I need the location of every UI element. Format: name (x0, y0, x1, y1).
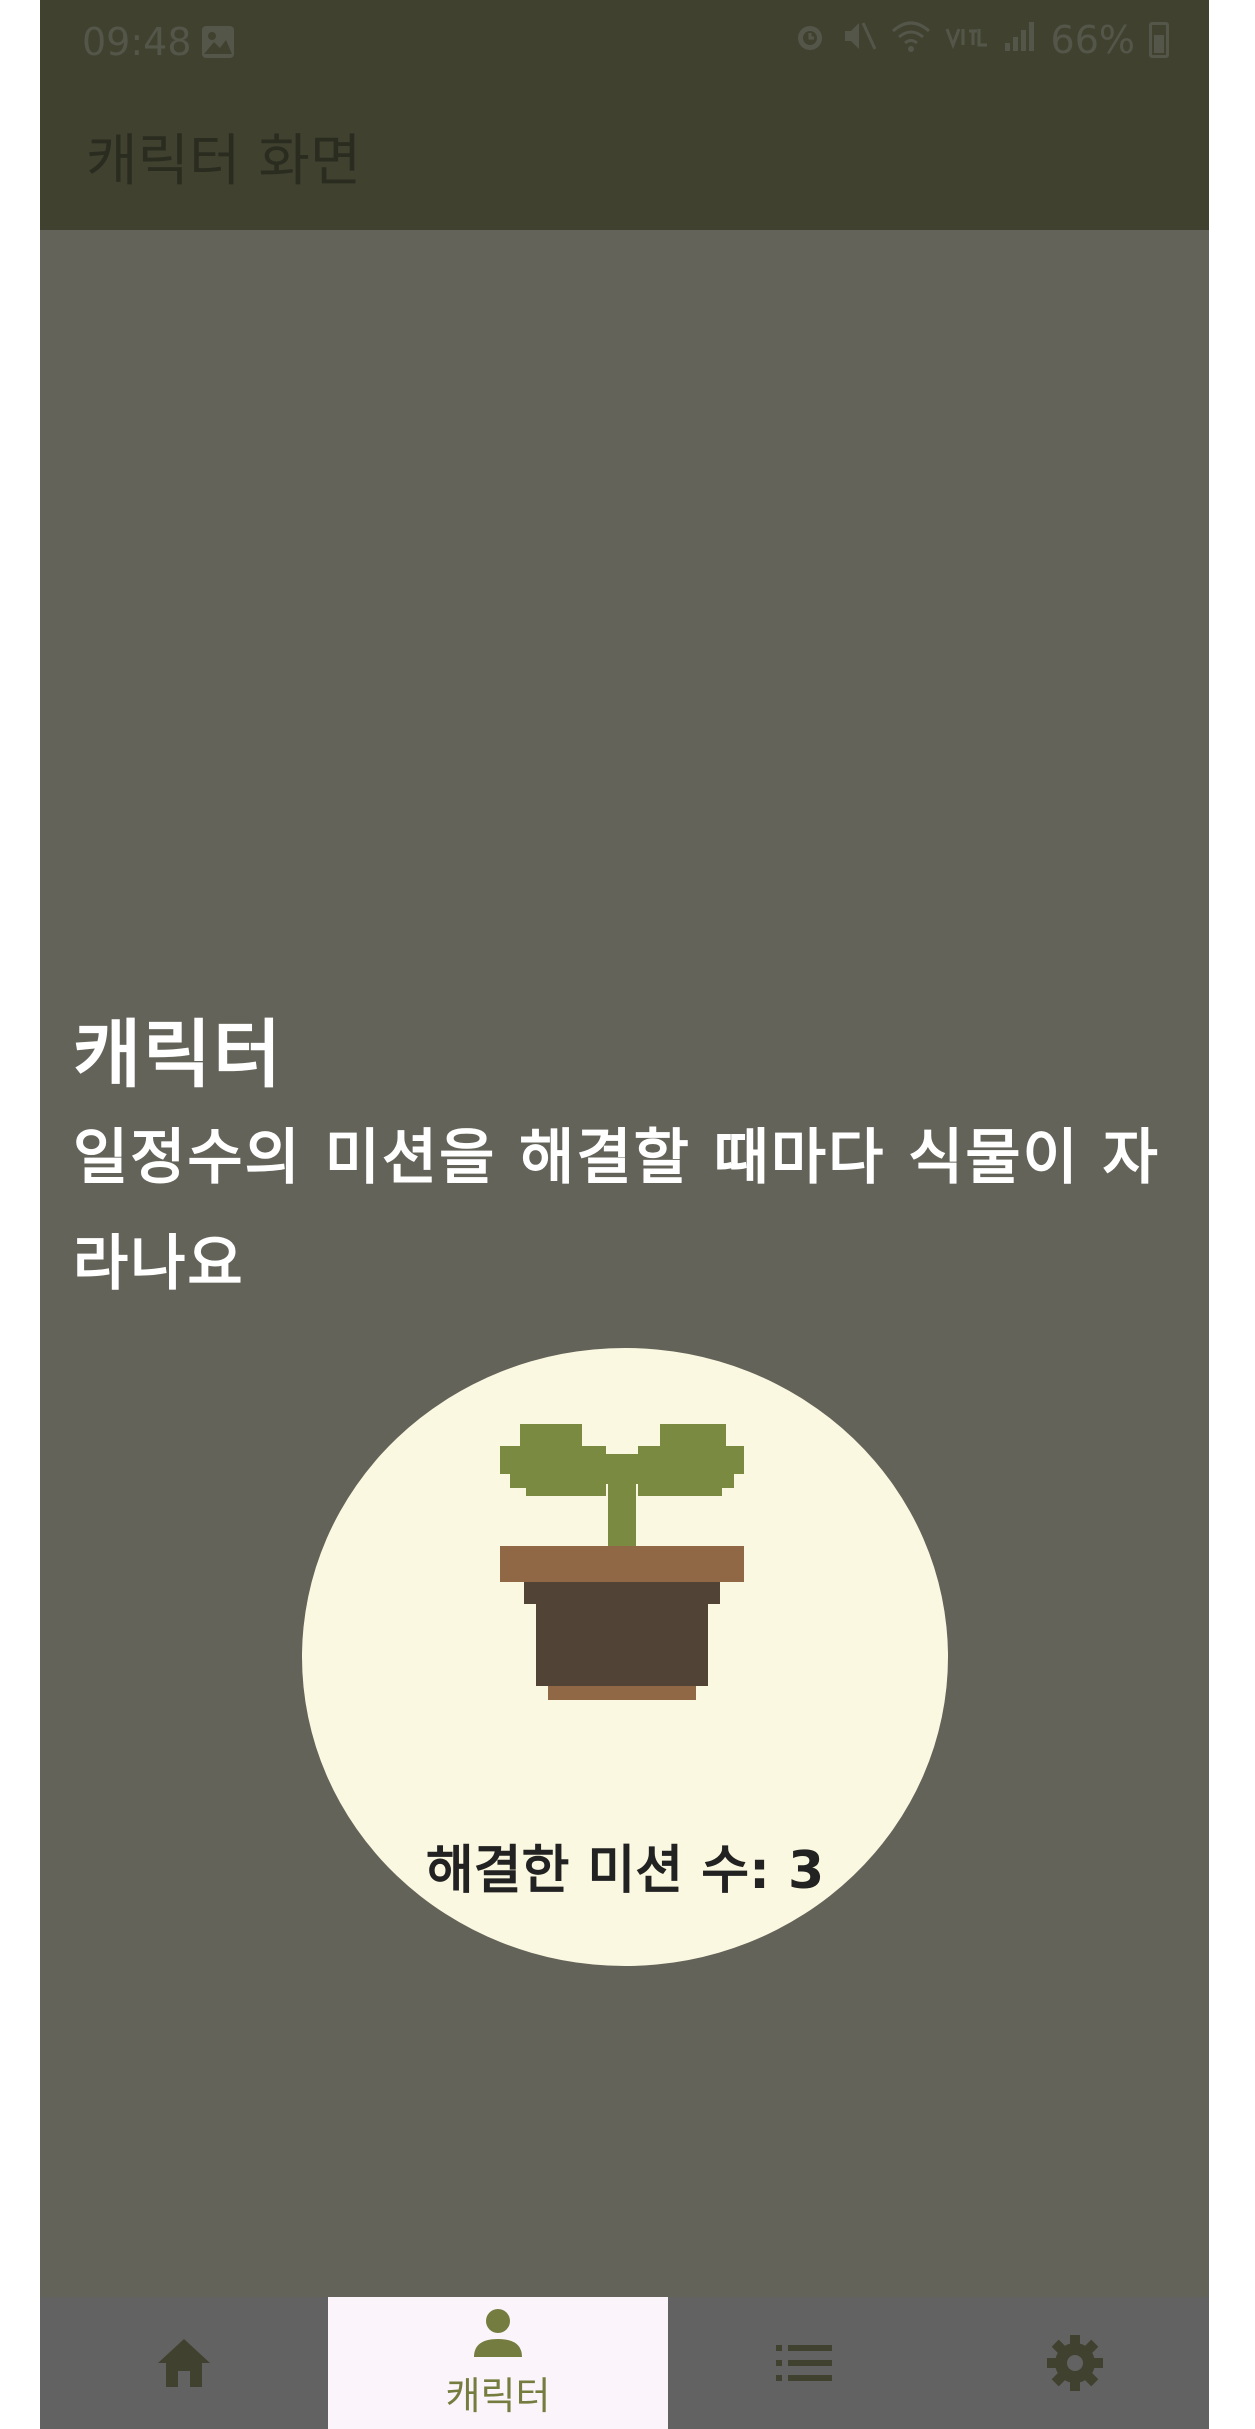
battery-icon (1149, 22, 1169, 58)
nav-character-label: 캐릭터 (445, 2373, 551, 2418)
character-description: 일정수의 미션을 해결할 때마다 식물이 자라나요 (73, 1123, 1160, 1299)
sprout-pot-icon (500, 1424, 744, 1700)
page-title: 캐릭터 화면 (86, 129, 362, 194)
alarm-icon (793, 19, 827, 62)
gear-icon (1046, 2335, 1103, 2391)
nav-settings[interactable] (940, 2297, 1209, 2429)
person-icon (474, 2308, 522, 2357)
plant-display-circle: 해결한 미션 수: 3 (302, 1348, 948, 1966)
bottom-navigation: 캐릭터 (40, 2297, 1209, 2429)
status-bar: 09:48 66% (40, 0, 1209, 88)
status-icons: 66% (793, 18, 1169, 62)
nav-list[interactable] (668, 2297, 940, 2429)
home-icon (158, 2339, 210, 2387)
image-icon (200, 24, 236, 69)
mission-count-text: 해결한 미션 수: 3 (425, 1841, 825, 1901)
nav-home[interactable] (40, 2297, 328, 2429)
mute-icon (841, 19, 877, 62)
volte-icon (945, 20, 989, 60)
status-time: 09:48 (82, 20, 192, 64)
nav-character[interactable]: 캐릭터 (328, 2297, 668, 2429)
app-bar: 캐릭터 화면 (40, 88, 1209, 230)
phone-screen: 09:48 66% 캐릭터 화면 캐릭터 일정수의 미션을 해결할 때마다 식물… (40, 0, 1209, 2429)
list-icon (776, 2345, 832, 2381)
battery-percent: 66% (1050, 18, 1135, 62)
signal-icon (1003, 19, 1037, 62)
character-heading: 캐릭터 (73, 1012, 284, 1098)
wifi-icon (891, 19, 931, 62)
